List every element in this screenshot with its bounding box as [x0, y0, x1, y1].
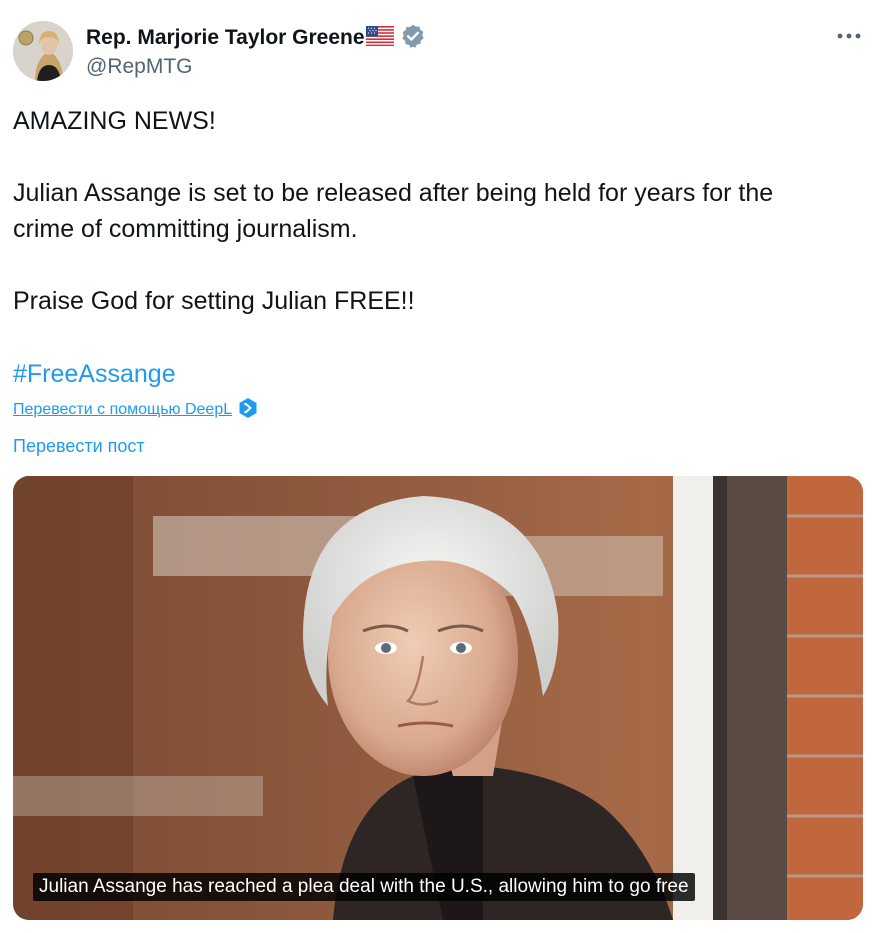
- us-flag-icon: [365, 25, 394, 51]
- next-row-fragment: [13, 926, 43, 933]
- more-options-button[interactable]: [833, 24, 865, 48]
- media-image[interactable]: [13, 476, 863, 920]
- avatar[interactable]: [13, 21, 73, 81]
- author-display-name[interactable]: Rep. Marjorie Taylor Greene: [86, 26, 365, 50]
- translate-post-link[interactable]: Перевести пост: [13, 434, 145, 458]
- tweet: Rep. Marjorie Taylor Greene @RepMTG AMAZ…: [0, 0, 879, 933]
- author-handle[interactable]: @RepMTG: [86, 55, 193, 79]
- translate-deepl-link[interactable]: Перевести с помощью DeepL: [13, 397, 258, 423]
- tweet-text-line: Julian Assange is set to be released aft…: [13, 179, 774, 207]
- deepl-icon: [238, 397, 258, 424]
- tweet-text-line: AMAZING NEWS!: [13, 107, 216, 135]
- author-name-row[interactable]: Rep. Marjorie Taylor Greene: [86, 24, 426, 52]
- tweet-text-line: crime of committing journalism.: [13, 215, 358, 243]
- more-options-icon: [837, 33, 861, 39]
- verified-badge-icon[interactable]: [400, 23, 426, 54]
- tweet-text-line: Praise God for setting Julian FREE!!: [13, 287, 415, 315]
- hashtag-link[interactable]: #FreeAssange: [13, 356, 176, 392]
- translate-deepl-label: Перевести с помощью DeepL: [13, 401, 233, 418]
- media-caption: Julian Assange has reached a plea deal w…: [33, 873, 695, 901]
